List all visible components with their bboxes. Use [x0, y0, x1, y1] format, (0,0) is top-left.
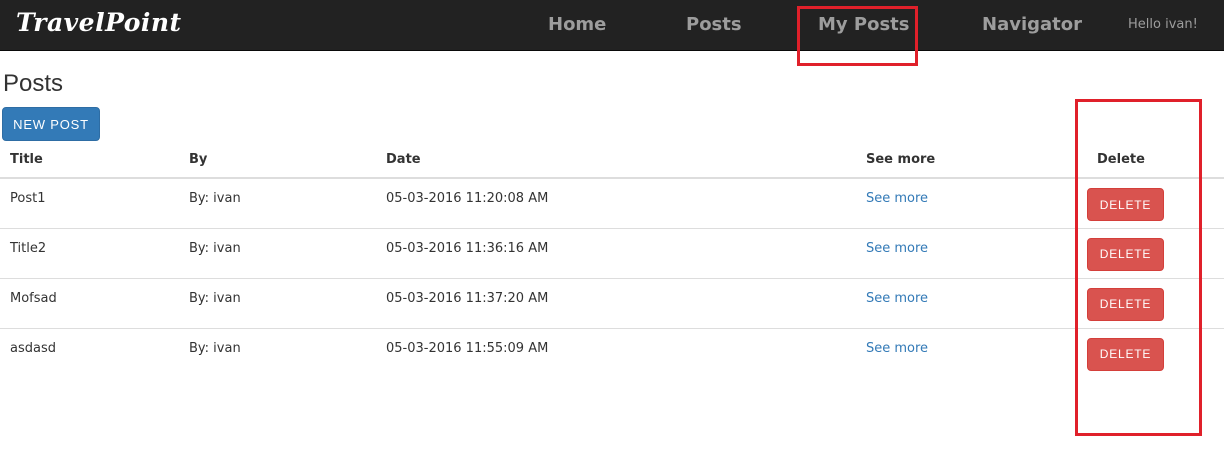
- see-more-link[interactable]: See more: [866, 241, 928, 256]
- delete-button[interactable]: DELETE: [1087, 188, 1164, 221]
- cell-by: By: ivan: [179, 178, 376, 229]
- top-navbar: TravelPoint Home Posts My Posts Navigato…: [0, 0, 1224, 51]
- table-header: Title By Date See more Delete: [0, 142, 1224, 179]
- cell-date: 05-03-2016 11:37:20 AM: [376, 278, 856, 329]
- post-date: 05-03-2016 11:20:08 AM: [386, 191, 549, 206]
- see-more-link[interactable]: See more: [866, 191, 928, 206]
- see-more-link[interactable]: See more: [866, 291, 928, 306]
- post-author: By: ivan: [189, 191, 241, 206]
- cell-delete: DELETE: [1087, 228, 1224, 279]
- delete-button[interactable]: DELETE: [1087, 287, 1164, 321]
- page-title: Posts: [3, 70, 64, 97]
- cell-date: 05-03-2016 11:20:08 AM: [376, 178, 856, 229]
- nav-my-posts-link[interactable]: My Posts: [818, 14, 910, 35]
- column-header-date: Date: [376, 142, 856, 179]
- post-date: 05-03-2016 11:55:09 AM: [386, 340, 549, 356]
- cell-delete: DELETE: [1087, 178, 1224, 229]
- cell-title: Post1: [0, 178, 179, 229]
- cell-title: Mofsad: [0, 278, 179, 329]
- user-greeting: Hello ivan!: [1128, 17, 1198, 32]
- post-author: By: ivan: [189, 240, 241, 256]
- table-row: Title2 By: ivan 05-03-2016 11:36:16 AM S…: [0, 228, 1224, 279]
- cell-see-more: See more: [856, 178, 1087, 229]
- delete-button[interactable]: DELETE: [1087, 237, 1164, 271]
- cell-date: 05-03-2016 11:55:09 AM: [376, 328, 856, 378]
- delete-button[interactable]: DELETE: [1087, 337, 1164, 371]
- table-header-row: Title By Date See more Delete: [0, 142, 1224, 179]
- column-header-delete: Delete: [1087, 142, 1224, 179]
- cell-see-more: See more: [856, 328, 1087, 378]
- post-date: 05-03-2016 11:37:20 AM: [386, 290, 549, 306]
- cell-title: Title2: [0, 228, 179, 279]
- cell-by: By: ivan: [179, 328, 376, 378]
- table-row: asdasd By: ivan 05-03-2016 11:55:09 AM S…: [0, 328, 1224, 378]
- post-title: Title2: [10, 240, 47, 256]
- cell-title: asdasd: [0, 328, 179, 378]
- table-body: Post1 By: ivan 05-03-2016 11:20:08 AM Se…: [0, 178, 1224, 378]
- cell-date: 05-03-2016 11:36:16 AM: [376, 228, 856, 279]
- post-title: Post1: [10, 191, 46, 206]
- column-header-title: Title: [0, 142, 179, 179]
- nav-navigator-link[interactable]: Navigator: [982, 14, 1082, 35]
- nav-home-link[interactable]: Home: [548, 14, 606, 35]
- cell-delete: DELETE: [1087, 278, 1224, 329]
- post-author: By: ivan: [189, 290, 241, 306]
- post-author: By: ivan: [189, 340, 241, 356]
- column-header-see-more: See more: [856, 142, 1087, 179]
- cell-by: By: ivan: [179, 278, 376, 329]
- cell-by: By: ivan: [179, 228, 376, 279]
- cell-see-more: See more: [856, 278, 1087, 329]
- see-more-link[interactable]: See more: [866, 341, 928, 356]
- column-header-by: By: [179, 142, 376, 179]
- table-row: Post1 By: ivan 05-03-2016 11:20:08 AM Se…: [0, 178, 1224, 229]
- brand-logo[interactable]: TravelPoint: [16, 8, 182, 37]
- cell-see-more: See more: [856, 228, 1087, 279]
- posts-table: Title By Date See more Delete Post1 By: …: [0, 142, 1224, 378]
- nav-posts-link[interactable]: Posts: [686, 14, 742, 35]
- post-title: Mofsad: [10, 290, 57, 306]
- table-row: Mofsad By: ivan 05-03-2016 11:37:20 AM S…: [0, 278, 1224, 329]
- post-title: asdasd: [10, 340, 56, 356]
- new-post-button[interactable]: NEW POST: [2, 107, 100, 141]
- cell-delete: DELETE: [1087, 328, 1224, 378]
- post-date: 05-03-2016 11:36:16 AM: [386, 240, 549, 256]
